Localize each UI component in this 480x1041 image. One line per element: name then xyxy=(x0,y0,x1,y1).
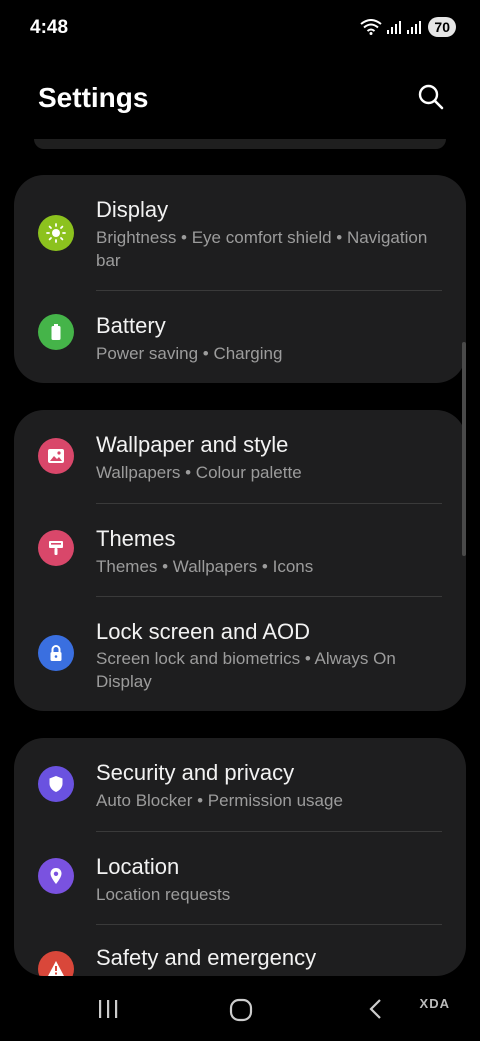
settings-item-wallpaper[interactable]: Wallpaper and style Wallpapers • Colour … xyxy=(14,410,466,503)
navigation-bar: XDA xyxy=(0,977,480,1041)
settings-card-security: Security and privacy Auto Blocker • Perm… xyxy=(14,738,466,976)
item-subtitle: Screen lock and biometrics • Always On D… xyxy=(96,649,396,691)
item-title: Location xyxy=(96,854,180,879)
settings-item-themes[interactable]: Themes Themes • Wallpapers • Icons xyxy=(14,504,466,596)
header: Settings xyxy=(38,78,446,120)
status-icons: 70 xyxy=(360,17,456,37)
item-title: Themes xyxy=(96,526,176,551)
shield-icon xyxy=(38,766,74,802)
item-subtitle: Location requests xyxy=(96,885,231,904)
settings-card-personalization: Wallpaper and style Wallpapers • Colour … xyxy=(14,410,466,711)
settings-item-lock-screen[interactable]: Lock screen and AOD Screen lock and biom… xyxy=(14,597,466,711)
item-title: Lock screen and AOD xyxy=(96,619,311,644)
alert-icon xyxy=(38,951,74,976)
signal-icon xyxy=(387,21,402,34)
scrollbar[interactable] xyxy=(462,342,466,556)
item-title: Battery xyxy=(96,313,166,338)
page-title: Settings xyxy=(38,82,149,113)
search-icon xyxy=(418,84,444,110)
image-icon xyxy=(38,438,74,474)
recents-button[interactable] xyxy=(96,997,120,1026)
item-title: Security and privacy xyxy=(96,760,295,785)
item-subtitle: Brightness • Eye comfort shield • Naviga… xyxy=(96,228,428,270)
sun-icon xyxy=(38,215,74,251)
status-bar: 4:48 70 xyxy=(0,0,480,56)
brush-icon xyxy=(38,530,74,566)
item-title: Display xyxy=(96,197,169,222)
settings-item-security[interactable]: Security and privacy Auto Blocker • Perm… xyxy=(14,738,466,831)
signal-icon xyxy=(407,21,422,34)
settings-item-location[interactable]: Location Location requests xyxy=(14,832,466,924)
item-subtitle: Auto Blocker • Permission usage xyxy=(96,791,343,810)
battery-icon xyxy=(38,314,74,350)
item-subtitle: Power saving • Charging xyxy=(96,344,283,363)
item-title: Wallpaper and style xyxy=(96,432,289,457)
settings-item-display[interactable]: Display Brightness • Eye comfort shield … xyxy=(14,175,466,290)
lock-icon xyxy=(38,635,74,671)
scrolled-card-edge xyxy=(34,139,446,149)
status-time: 4:48 xyxy=(30,17,69,38)
home-button[interactable] xyxy=(228,997,254,1028)
settings-item-battery[interactable]: Battery Power saving • Charging xyxy=(14,291,466,383)
settings-item-safety[interactable]: Safety and emergency xyxy=(14,925,466,976)
wifi-icon xyxy=(360,19,383,35)
battery-level: 70 xyxy=(428,17,456,37)
location-pin-icon xyxy=(38,858,74,894)
back-button[interactable] xyxy=(364,997,388,1026)
settings-card-display: Display Brightness • Eye comfort shield … xyxy=(14,175,466,383)
home-icon xyxy=(229,998,253,1022)
item-subtitle: Themes • Wallpapers • Icons xyxy=(96,557,314,576)
item-title: Safety and emergency xyxy=(96,945,317,970)
recents-icon xyxy=(99,1000,118,1018)
xda-watermark: XDA xyxy=(419,996,450,1011)
back-icon xyxy=(369,999,381,1019)
search-button[interactable] xyxy=(416,82,446,112)
item-subtitle: Wallpapers • Colour palette xyxy=(96,463,302,482)
